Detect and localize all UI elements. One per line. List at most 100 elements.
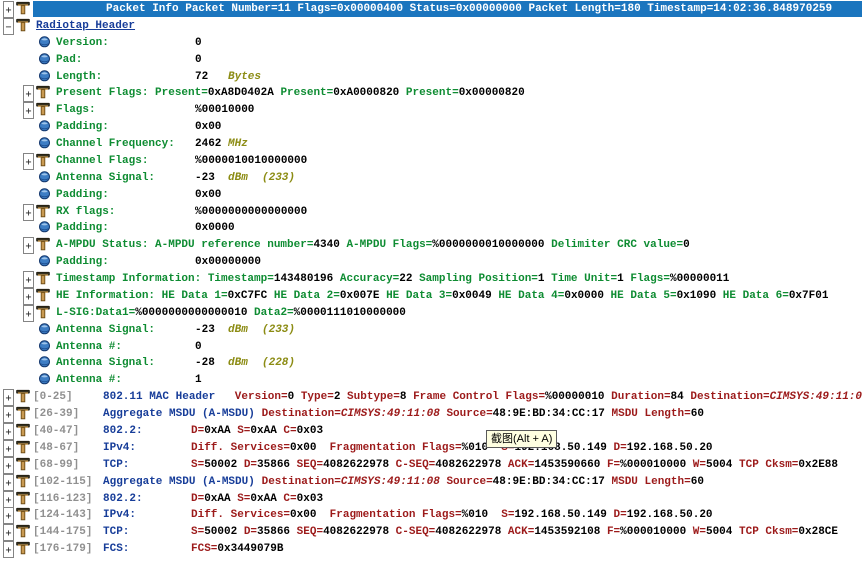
row-channel-flags[interactable]: +Channel Flags:%0000010010000000 (0, 153, 862, 170)
expander-icon[interactable]: + (23, 305, 34, 322)
row-padding-3[interactable]: Padding:0x0000 (0, 220, 862, 237)
summary-segment: 48:9E:BD:34:CC:17 (493, 476, 605, 488)
field-value: -23 (195, 170, 215, 187)
field-value-icon (38, 35, 52, 52)
expander-icon[interactable]: + (23, 153, 34, 170)
expander-icon[interactable]: + (3, 1, 14, 18)
expander-icon[interactable]: + (3, 457, 14, 474)
row-he-information[interactable]: + HE Information: HE Data 1=0xC7FC HE Dat… (0, 288, 862, 305)
summary-segment: 0x2E88 (798, 459, 838, 471)
summary-segment: HE Data 6= (716, 290, 789, 302)
protocol-summary: Version=0 Type=2 Subtype=8 Frame Control… (215, 389, 862, 406)
byte-range: [26-39] (33, 406, 79, 423)
expander-icon[interactable]: + (23, 102, 34, 119)
row-padding-4[interactable]: Padding:0x00000000 (0, 254, 862, 271)
decoder-branch-icon (16, 440, 30, 457)
field-label: Pad: (56, 52, 82, 69)
field-value-icon (38, 69, 52, 86)
summary-segment: 143480196 (274, 273, 333, 285)
field-value-icon (38, 52, 52, 69)
row-mac-header[interactable]: +[0-25]802.11 MAC Header Version=0 Type=… (0, 389, 862, 406)
row-ampdu-status[interactable]: +A-MPDU Status: A-MPDU reference number=… (0, 237, 862, 254)
summary-segment: %010 (462, 442, 488, 454)
row-tcp-2[interactable]: +[144-175]TCP:S=50002 D=35866 SEQ=408262… (0, 524, 862, 541)
row-fcs[interactable]: +[176-179]FCS:FCS=0x3449079B (0, 541, 862, 558)
row-length[interactable]: Length:72Bytes (0, 69, 862, 86)
row-amsdu-1[interactable]: +[26-39]Aggregate MSDU (A-MSDU) Destinat… (0, 406, 862, 423)
row-radiotap-header[interactable]: −Radiotap Header (0, 18, 862, 35)
row-flags[interactable]: +Flags:%00010000 (0, 102, 862, 119)
byte-range: [68-99] (33, 457, 79, 474)
row-antenna-signal-3[interactable]: Antenna Signal:-28dBm(228) (0, 355, 862, 372)
field-value: 0 (195, 339, 202, 356)
expander-icon[interactable]: + (3, 406, 14, 423)
summary-segment: %000010000 (620, 459, 686, 471)
field-unit: dBm (228, 170, 248, 187)
expander-icon[interactable]: + (3, 491, 14, 508)
row-version[interactable]: Version:0 (0, 35, 862, 52)
expander-icon[interactable]: + (3, 524, 14, 541)
summary-segment: MSDU Length= (605, 408, 691, 420)
row-present-flags[interactable]: + Present Flags: Present=0xA8D0402A Prese… (0, 85, 862, 102)
expander-icon[interactable]: + (23, 204, 34, 221)
expander-icon[interactable]: + (3, 423, 14, 440)
expander-icon[interactable]: − (3, 18, 14, 35)
protocol-name: FCS: (103, 541, 129, 558)
row-antenna-num-1[interactable]: Antenna #:0 (0, 339, 862, 356)
row-ipv4-2[interactable]: +[124-143]IPv4:Diff. Services=0x00 Fragm… (0, 507, 862, 524)
row-l-sig[interactable]: +L-SIG:Data1=%0000000000000010 Data2=%00… (0, 305, 862, 322)
row-tcp-1[interactable]: +[68-99]TCP:S=50002 D=35866 SEQ=40826229… (0, 457, 862, 474)
row-antenna-signal-2[interactable]: Antenna Signal:-23dBm(233) (0, 322, 862, 339)
expander-icon[interactable]: + (23, 271, 34, 288)
expander-icon[interactable]: + (3, 474, 14, 491)
field-unit: MHz (228, 136, 248, 153)
summary-segment: C-SEQ= (389, 459, 435, 471)
row-timestamp-information[interactable]: +Timestamp Information: Timestamp=143480… (0, 271, 862, 288)
row-antenna-signal-1[interactable]: Antenna Signal:-23dBm(233) (0, 170, 862, 187)
summary-segment: 0xA8D0402A (208, 87, 274, 99)
expander-icon[interactable]: + (3, 440, 14, 457)
summary-segment: 60 (691, 476, 704, 488)
row-padding-2[interactable]: Padding:0x00 (0, 187, 862, 204)
row-packet-info[interactable]: +Packet Info Packet Number=11 Flags=0x00… (0, 1, 862, 18)
decoder-branch-icon (16, 389, 30, 406)
row-pad[interactable]: Pad:0 (0, 52, 862, 69)
byte-range: [116-123] (33, 491, 92, 508)
summary-segment: HE Data 4= (492, 290, 565, 302)
expander-icon[interactable]: + (3, 507, 14, 524)
expander-icon[interactable]: + (3, 541, 14, 558)
field-label: Antenna Signal: (56, 355, 155, 372)
row-rx-flags[interactable]: +RX flags:%0000000000000000 (0, 204, 862, 221)
summary-segment: SEQ= (290, 526, 323, 538)
expander-icon[interactable]: + (3, 389, 14, 406)
summary-segment: TCP Cksm= (732, 459, 798, 471)
summary-segment: %0000000010000000 (432, 239, 544, 251)
decoder-branch-icon (16, 524, 30, 541)
row-llc-2[interactable]: +[116-123]802.2:D=0xAA S=0xAA C=0x03 (0, 491, 862, 508)
row-amsdu-2[interactable]: +[102-115]Aggregate MSDU (A-MSDU) Destin… (0, 474, 862, 491)
summary-segment: D= (607, 509, 627, 521)
field-summary: Present Flags: Present=0xA8D0402A Presen… (56, 85, 525, 102)
row-antenna-num-2[interactable]: Antenna #:1 (0, 372, 862, 389)
decoder-branch-icon (36, 204, 50, 221)
field-value-icon (38, 339, 52, 356)
row-channel-frequency[interactable]: Channel Frequency:2462MHz (0, 136, 862, 153)
field-value: %0000010010000000 (195, 153, 307, 170)
summary-segment: Version= (215, 391, 288, 403)
summary-segment: Time Unit= (545, 273, 618, 285)
decoder-branch-icon (16, 1, 30, 18)
summary-segment: Frame Control Flags= (406, 391, 545, 403)
field-label: Antenna #: (56, 372, 122, 389)
expander-icon[interactable]: + (23, 288, 34, 305)
summary-segment: Subtype= (340, 391, 399, 403)
row-padding-1[interactable]: Padding:0x00 (0, 119, 862, 136)
expander-icon[interactable]: + (23, 237, 34, 254)
row-llc-1[interactable]: +[40-47]802.2:D=0xAA S=0xAA C=0x03 (0, 423, 862, 440)
field-summary: HE Information: HE Data 1=0xC7FC HE Data… (56, 288, 828, 305)
summary-segment: 0xA0000820 (333, 87, 399, 99)
field-label: Padding: (56, 119, 109, 136)
expander-icon[interactable]: + (23, 85, 34, 102)
row-ipv4-1[interactable]: +[48-67]IPv4:Diff. Services=0x00 Fragmen… (0, 440, 862, 457)
field-unit: dBm (228, 322, 248, 339)
summary-segment: 0x3449079B (217, 543, 283, 555)
